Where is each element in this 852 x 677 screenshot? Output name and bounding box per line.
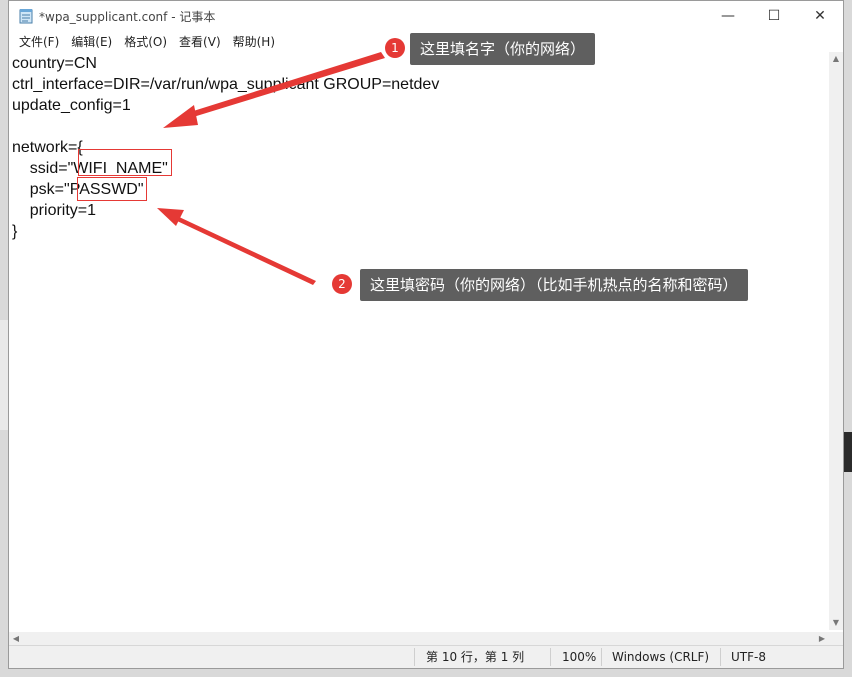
screenshot-stage: *wpa_supplicant.conf - 记事本 — ☐ ✕ 文件(F) 编… bbox=[0, 0, 852, 677]
arrow-1-shaft bbox=[187, 52, 385, 118]
arrow-2-head bbox=[157, 208, 184, 226]
annotation-arrows bbox=[157, 52, 385, 285]
annotation-callout-1: 这里填名字（你的网络） bbox=[410, 33, 596, 65]
annotation-badge-1: 1 bbox=[385, 38, 405, 58]
annotation-callout-2: 这里填密码（你的网络）（比如手机热点的名称和密码） bbox=[360, 269, 748, 301]
arrow-2-shaft bbox=[175, 216, 316, 285]
arrow-1-head bbox=[163, 105, 198, 128]
annotation-badge-2: 2 bbox=[332, 274, 352, 294]
